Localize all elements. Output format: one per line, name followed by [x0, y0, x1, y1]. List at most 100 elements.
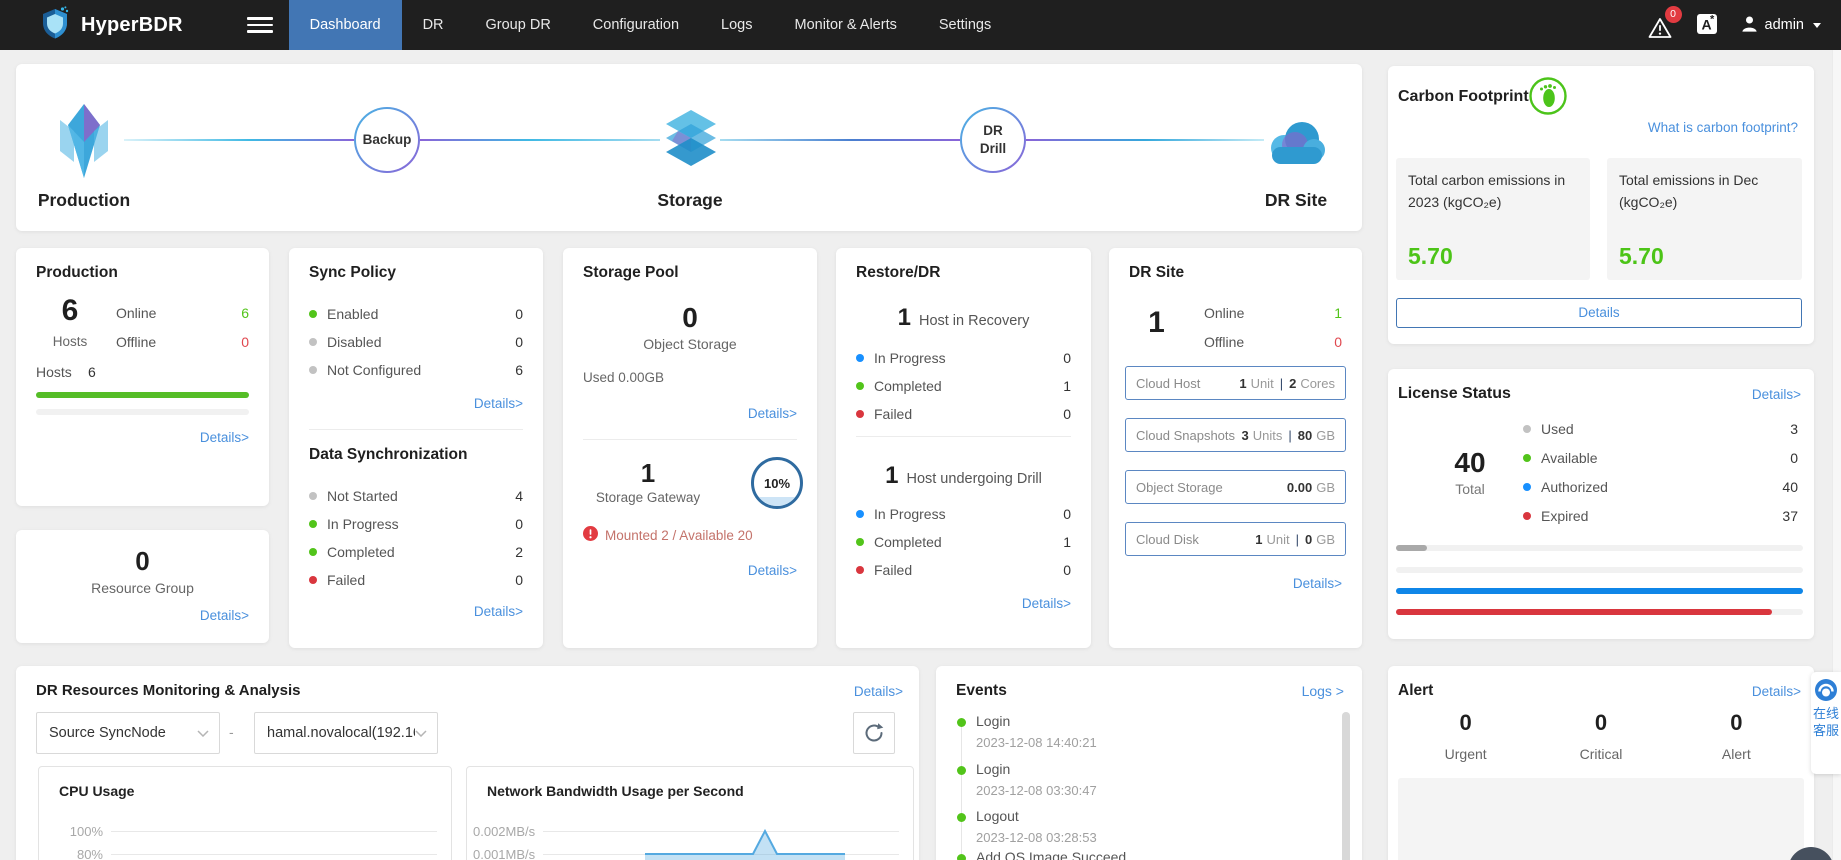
sync-node-select[interactable]: Source SyncNode	[36, 712, 220, 754]
status-dot	[309, 366, 317, 374]
status-row: Used 3	[1523, 419, 1798, 439]
event-dot	[957, 854, 966, 860]
brand[interactable]: HyperBDR	[40, 5, 183, 45]
urgent-stat: 0 Urgent	[1398, 710, 1533, 762]
nav-tab-monitor-alerts[interactable]: Monitor & Alerts	[774, 0, 918, 50]
dr-site-title: DR Site	[1129, 264, 1185, 281]
sync-policy-details-link[interactable]: Details>	[474, 396, 523, 411]
production-host-count-label: Hosts	[52, 334, 88, 349]
status-row: In Progress 0	[856, 504, 1071, 524]
event-label: Login	[976, 713, 1011, 729]
svg-text:*: *	[1710, 13, 1715, 25]
storage-pool-title: Storage Pool	[583, 264, 679, 281]
flow-label-dr-site: DR Site	[1264, 190, 1328, 210]
nav-tab-dr[interactable]: DR	[402, 0, 465, 50]
carbon-year-value: 5.70	[1408, 243, 1453, 269]
alert-details-link[interactable]: Details>	[1752, 684, 1801, 699]
status-value: 6	[515, 362, 523, 378]
network-area-chart	[645, 828, 845, 860]
online-customer-service-widget[interactable]: 在线客服	[1811, 672, 1841, 774]
dr-flow-banner: Backup DR Drill Production Storage DR Si…	[16, 64, 1362, 231]
nav-tab-group-dr[interactable]: Group DR	[465, 0, 572, 50]
host-select-value: hamal.novalocal(192.16	[267, 725, 415, 741]
status-label: Enabled	[327, 306, 379, 322]
status-label: Authorized	[1541, 479, 1608, 495]
online-label: Online	[116, 305, 157, 321]
host-undergoing-drill-line: 1 Host undergoing Drill	[836, 462, 1091, 490]
network-bandwidth-panel: Network Bandwidth Usage per Second 0.002…	[466, 766, 914, 860]
status-label: Disabled	[327, 334, 382, 350]
gateway-usage-gauge: 10%	[751, 457, 803, 509]
customer-service-text: 在线客服	[1812, 706, 1839, 738]
hyperbdr-logo-icon	[40, 5, 72, 45]
status-dot	[309, 520, 317, 528]
event-dot	[957, 718, 966, 727]
critical-value: 0	[1594, 710, 1608, 735]
status-label: In Progress	[874, 350, 946, 366]
status-value: 0	[1063, 562, 1071, 578]
storage-pool-details-link[interactable]: Details>	[748, 406, 797, 421]
restore-dr-details-link[interactable]: Details>	[1022, 596, 1071, 611]
status-dot	[1523, 454, 1531, 462]
monitoring-details-link[interactable]: Details>	[854, 684, 903, 699]
carbon-month-value: 5.70	[1619, 243, 1664, 269]
production-title: Production	[36, 264, 118, 281]
carbon-month-box: Total emissions in Dec (kgCO₂e) 5.70	[1607, 158, 1802, 280]
nav-tab-dashboard[interactable]: Dashboard	[288, 0, 402, 50]
urgent-value: 0	[1459, 710, 1472, 735]
alert-title: Alert	[1398, 682, 1434, 699]
cpu-tick: 80%	[76, 847, 103, 860]
translate-icon[interactable]: A *	[1696, 13, 1718, 40]
storage-gateway-details-link[interactable]: Details>	[748, 563, 797, 578]
gridline	[111, 831, 437, 832]
status-label: Available	[1541, 450, 1598, 466]
status-row: Disabled 0	[309, 332, 523, 352]
dr-drill-step-label-line1: DR	[983, 122, 1003, 138]
status-label: Completed	[874, 378, 942, 394]
chevron-down-icon	[415, 729, 427, 737]
status-row: Not Configured 6	[309, 360, 523, 380]
data-sync-details-link[interactable]: Details>	[474, 604, 523, 619]
offline-value: 0	[241, 334, 249, 350]
status-value: 2	[515, 544, 523, 560]
status-dot	[856, 410, 864, 418]
status-value: 1	[1063, 378, 1071, 394]
resource-group-card: 0 Resource Group Details>	[16, 530, 269, 643]
host-in-recovery-line: 1 Host in Recovery	[836, 304, 1091, 332]
notification-warning-icon[interactable]: 0	[1648, 6, 1682, 40]
status-row: Completed 1	[856, 532, 1071, 552]
resource-label: Cloud Disk	[1136, 531, 1199, 547]
expired-bar	[1396, 609, 1803, 615]
status-dot	[1523, 483, 1531, 491]
host-select[interactable]: hamal.novalocal(192.16	[254, 712, 438, 754]
carbon-details-button[interactable]: Details	[1396, 298, 1802, 328]
status-row: Failed 0	[856, 404, 1071, 424]
event-dot	[957, 766, 966, 775]
refresh-button[interactable]	[853, 712, 895, 754]
events-scrollbar-thumb[interactable]	[1342, 712, 1350, 860]
nav-tab-logs[interactable]: Logs	[700, 0, 773, 50]
nav-tab-settings[interactable]: Settings	[918, 0, 1012, 50]
resource-label: Cloud Host	[1136, 375, 1201, 391]
resource-label: Object Storage	[1136, 479, 1223, 495]
events-logs-link[interactable]: Logs >	[1302, 683, 1344, 699]
user-menu[interactable]: admin	[1740, 14, 1821, 37]
dr-drill-step-circle: DR Drill	[960, 107, 1026, 173]
license-details-link[interactable]: Details>	[1752, 387, 1801, 402]
online-value: 1	[1334, 305, 1342, 321]
status-dot	[856, 538, 864, 546]
what-is-carbon-footprint-link[interactable]: What is carbon footprint?	[1648, 120, 1798, 135]
menu-hamburger-icon[interactable]	[246, 0, 273, 50]
gridline	[111, 854, 437, 855]
object-storage-count: 0	[682, 302, 698, 333]
hosts-bar-label: Hosts	[36, 364, 72, 380]
resource-group-details-link[interactable]: Details>	[200, 608, 249, 623]
production-details-link[interactable]: Details>	[200, 430, 249, 445]
production-online-row: Online 6	[116, 303, 249, 323]
dr-site-details-link[interactable]: Details>	[1293, 576, 1342, 591]
status-dot	[856, 510, 864, 518]
nav-tab-configuration[interactable]: Configuration	[572, 0, 700, 50]
status-row: Authorized 40	[1523, 477, 1798, 497]
status-row: Not Started 4	[309, 486, 523, 506]
dashboard-page: HyperBDR Dashboard DR Group DR Configura…	[0, 0, 1841, 860]
